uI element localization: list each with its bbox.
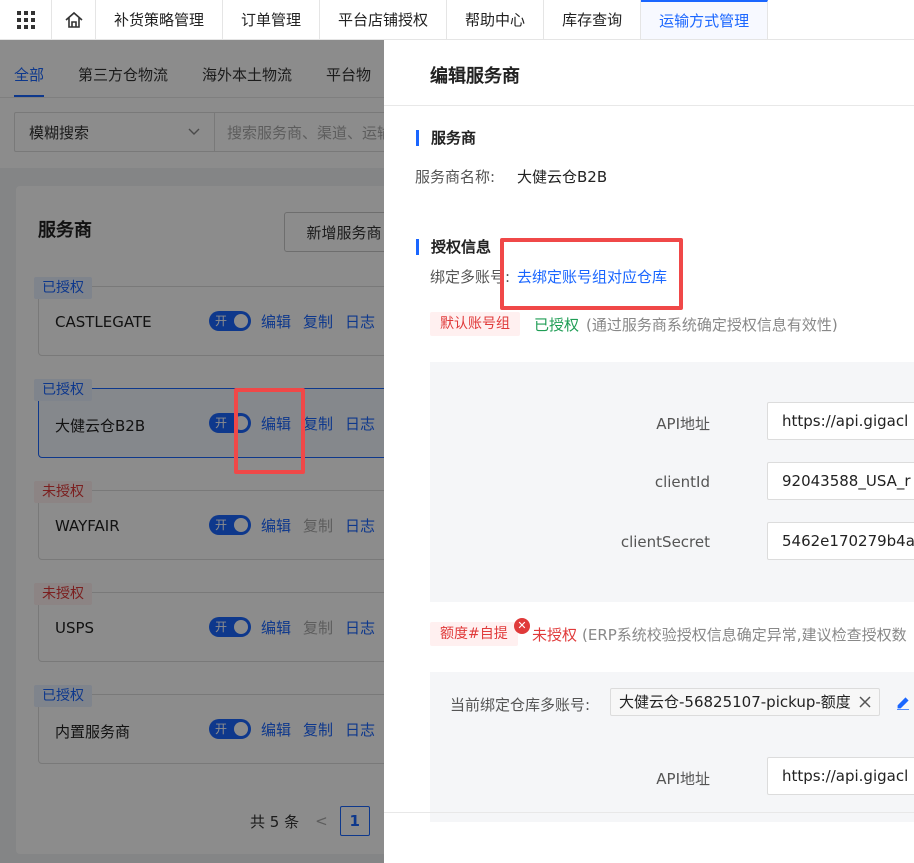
- error-icon: ✕: [514, 618, 530, 634]
- client-id-label: clientId: [654, 473, 710, 491]
- api-url-input[interactable]: https://api.gigacl: [767, 402, 914, 440]
- drawer-footer-divider: [384, 812, 914, 813]
- section-provider-title: 服务商: [416, 130, 476, 146]
- bind-accounts-label: 绑定多账号:: [430, 268, 511, 286]
- api-url-label: API地址: [656, 770, 710, 788]
- auth-status-ok: 已授权: [534, 316, 580, 334]
- provider-name-label: 服务商名称:: [415, 168, 496, 186]
- modal-overlay[interactable]: [0, 40, 384, 863]
- credentials-panel: API地址 https://api.gigacl clientId 920435…: [430, 362, 914, 602]
- nav-replenish[interactable]: 补货策略管理: [96, 0, 224, 39]
- nav-orders[interactable]: 订单管理: [223, 0, 321, 39]
- nav-help[interactable]: 帮助中心: [447, 0, 545, 39]
- bound-account-chip: 大健云仓-56825107-pickup-额度: [610, 688, 880, 716]
- top-nav: 补货策略管理 订单管理 平台店铺授权 帮助中心 库存查询 运输方式管理: [0, 0, 914, 40]
- chip-label: 大健云仓-56825107-pickup-额度: [619, 693, 851, 711]
- client-secret-input[interactable]: 5462e170279b4a: [767, 522, 914, 560]
- bound-accounts-label: 当前绑定仓库多账号:: [450, 696, 591, 714]
- auth-status-bad: 未授权: [532, 626, 578, 644]
- client-id-input[interactable]: 92043588_USA_r: [767, 462, 914, 500]
- divider: [384, 105, 914, 106]
- account-group-tag: 额度#自提: [430, 622, 518, 646]
- api-url-label: API地址: [656, 415, 710, 433]
- auth-error-hint: (ERP系统校验授权信息确定异常,建议检查授权数: [582, 626, 907, 644]
- close-icon[interactable]: [859, 696, 871, 708]
- edit-pencil-icon[interactable]: [896, 696, 910, 710]
- apps-grid-icon[interactable]: [0, 0, 52, 39]
- nav-inventory[interactable]: 库存查询: [544, 0, 642, 39]
- highlight-box-edit: [234, 388, 305, 474]
- nav-store-auth[interactable]: 平台店铺授权: [320, 0, 448, 39]
- edit-provider-drawer: 编辑服务商 服务商 服务商名称: 大健云仓B2B 授权信息 绑定多账号: 去绑定…: [384, 40, 914, 863]
- home-icon[interactable]: [52, 0, 96, 39]
- drawer-title: 编辑服务商: [430, 66, 520, 87]
- auth-hint: (通过服务商系统确定授权信息有效性): [586, 316, 838, 334]
- account-group-tag: 默认账号组: [430, 312, 520, 336]
- nav-shipping-methods[interactable]: 运输方式管理: [641, 0, 769, 39]
- bound-accounts-panel: 当前绑定仓库多账号: 大健云仓-56825107-pickup-额度 API地址…: [430, 672, 914, 822]
- section-auth-title: 授权信息: [416, 239, 491, 255]
- client-secret-label: clientSecret: [620, 533, 710, 551]
- highlight-box-bind-link: [500, 238, 683, 310]
- api-url-input[interactable]: https://api.gigacl: [767, 757, 914, 795]
- provider-name-value: 大健云仓B2B: [517, 168, 608, 186]
